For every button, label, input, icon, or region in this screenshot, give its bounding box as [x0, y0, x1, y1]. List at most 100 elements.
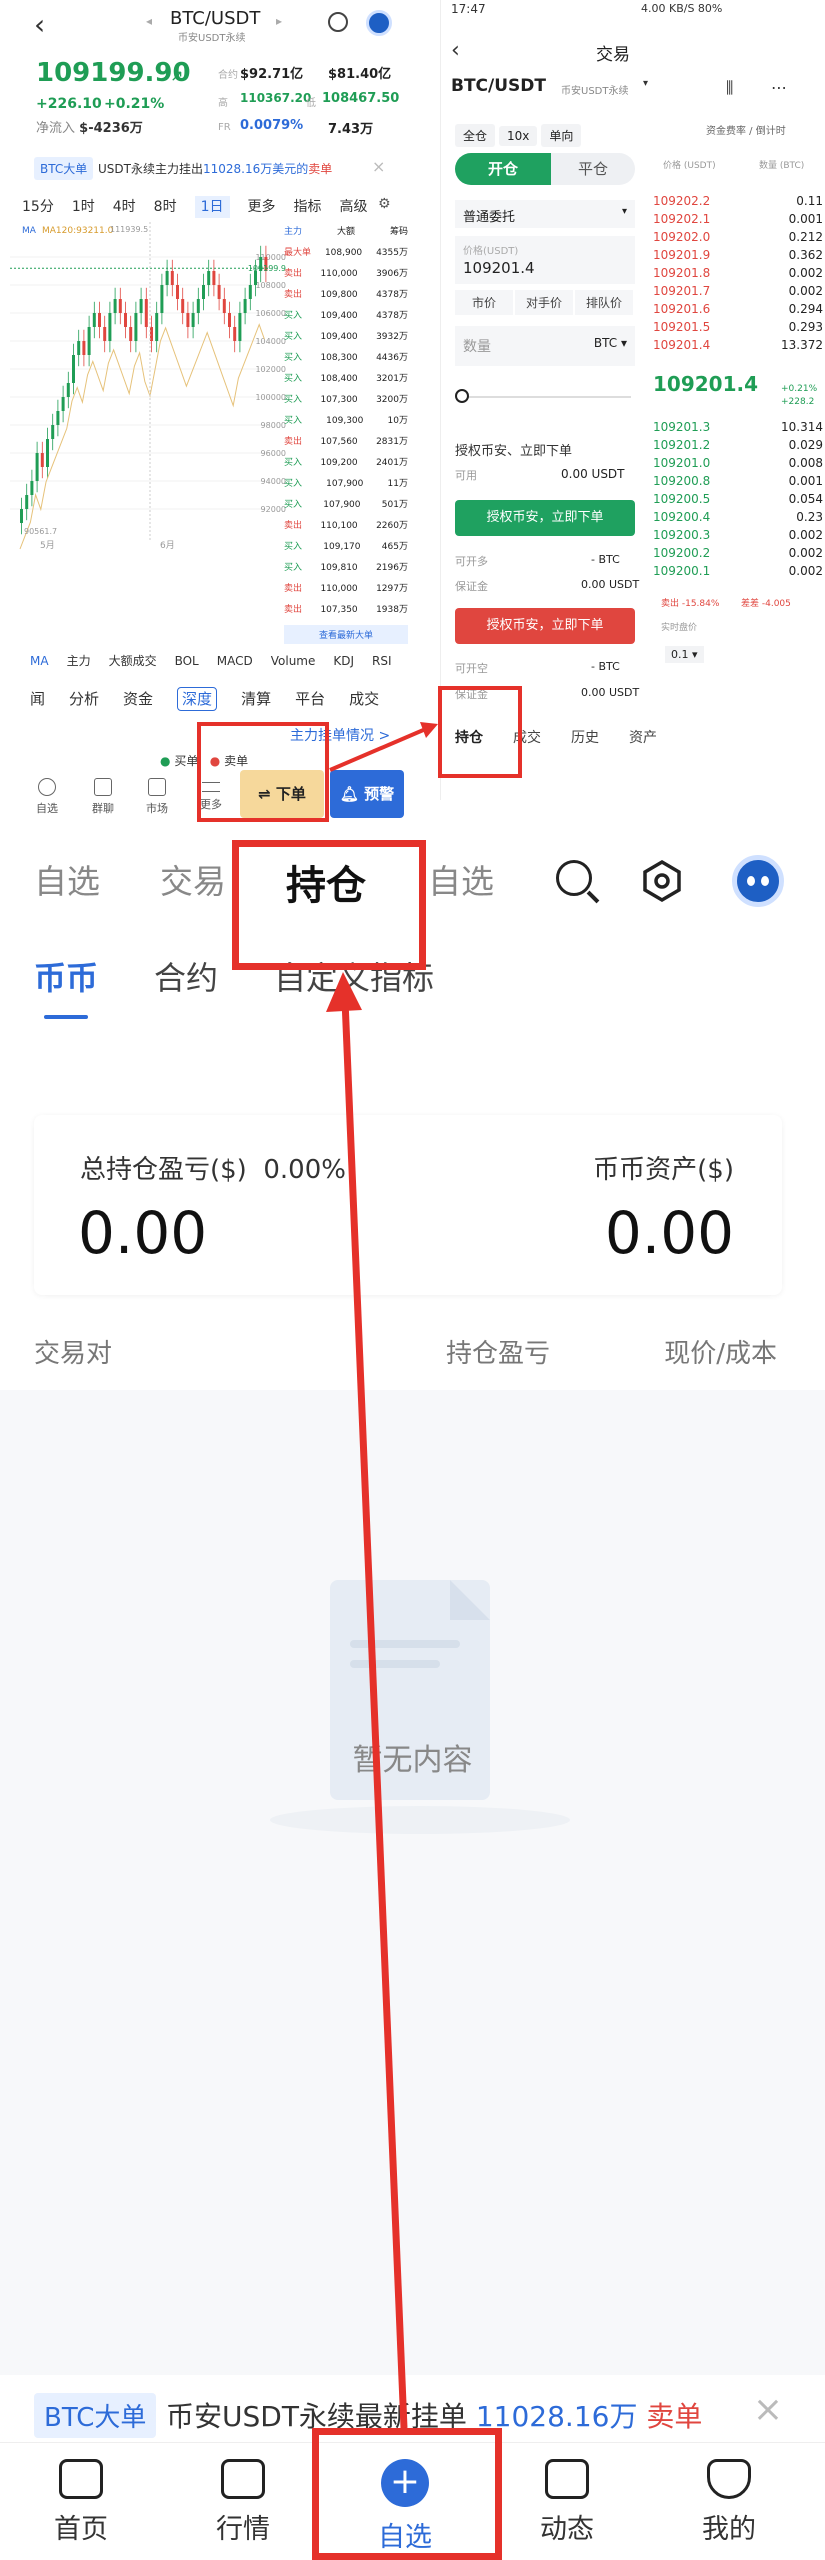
back-icon[interactable]: ‹ — [34, 8, 45, 41]
book-qty: 13.372 — [781, 338, 823, 352]
book-row[interactable]: 109202.1 0.001 — [653, 210, 823, 228]
tab-feed[interactable]: 动态 — [502, 2459, 632, 2546]
watchlist-button[interactable]: 自选 — [22, 778, 72, 816]
book-row[interactable]: 109200.8 0.001 — [653, 472, 823, 490]
tab-home[interactable]: 首页 — [16, 2459, 146, 2546]
period-tab[interactable]: 指标 — [294, 199, 322, 215]
section-tab[interactable]: 成交 — [349, 690, 379, 708]
book-row[interactable]: 109201.0 0.008 — [653, 454, 823, 472]
view-latest-orders-button[interactable]: 查看最新大单 — [284, 625, 408, 644]
back-icon[interactable]: ‹ — [451, 38, 460, 63]
step-select[interactable]: 0.1 ▾ — [665, 646, 704, 663]
period-tab[interactable]: 4时 — [113, 199, 136, 215]
avatar[interactable] — [366, 10, 392, 36]
indicator-tab[interactable]: MA — [30, 654, 49, 668]
book-row[interactable]: 109202.0 0.212 — [653, 228, 823, 246]
chart-settings-icon[interactable]: ⚙ — [378, 196, 391, 212]
quick-price-button[interactable]: 市价 — [455, 290, 513, 315]
period-tab[interactable]: 8时 — [154, 199, 177, 215]
indicator-tab[interactable]: KDJ — [333, 654, 354, 668]
period-tab[interactable]: 15分 — [22, 199, 54, 215]
book-qty: 0.294 — [788, 302, 823, 316]
period-tab[interactable]: 1日 — [194, 196, 230, 218]
avatar[interactable] — [732, 855, 784, 907]
price-input[interactable]: 价格(USDT) 109201.4 — [455, 236, 635, 284]
book-row[interactable]: 109200.3 0.002 — [653, 526, 823, 544]
market-button[interactable]: 市场 — [132, 778, 182, 816]
sub-tab[interactable]: 合约 — [154, 959, 218, 997]
open-position-tab[interactable]: 开仓 — [455, 153, 551, 185]
quick-price-button[interactable]: 对手价 — [515, 290, 573, 315]
more-icon[interactable]: ⋯ — [771, 78, 787, 97]
trade-mode-chip[interactable]: 10x — [499, 126, 538, 146]
position-tab[interactable]: 历史 — [571, 730, 599, 746]
book-row[interactable]: 109201.9 0.362 — [653, 246, 823, 264]
chevron-down-icon[interactable]: ▾ — [643, 78, 648, 89]
search-icon[interactable] — [328, 12, 348, 32]
nav-tab-watchlist-2[interactable]: 自选 — [428, 855, 494, 903]
position-tab[interactable]: 资产 — [629, 730, 657, 746]
candle-body — [191, 313, 195, 327]
indicator-tab[interactable]: BOL — [175, 654, 199, 668]
notice-bar[interactable]: BTC大单 USDT永续主力挂出11028.16万美元的卖单 × — [0, 155, 400, 181]
candle-body — [35, 453, 39, 481]
close-icon[interactable]: × — [753, 2389, 783, 2430]
nav-tab-trade[interactable]: 交易 — [160, 855, 226, 903]
settings-hex-icon[interactable] — [640, 859, 684, 903]
next-pair-icon[interactable]: ▸ — [276, 14, 282, 28]
trade-pair[interactable]: BTC/USDT — [451, 76, 546, 96]
book-row[interactable]: 109200.1 0.002 — [653, 562, 823, 580]
close-icon[interactable]: × — [372, 157, 385, 176]
quantity-input[interactable]: 数量 BTC ▾ — [455, 326, 635, 366]
period-tab[interactable]: 1时 — [72, 199, 95, 215]
trade-mode-chip[interactable]: 单向 — [541, 124, 582, 147]
book-row[interactable]: 109201.4 13.372 — [653, 336, 823, 354]
sub-tab[interactable]: 币币 — [34, 959, 98, 997]
indicator-tab[interactable]: RSI — [372, 654, 392, 668]
col-pnl[interactable]: 持仓盈亏 — [446, 1333, 550, 1370]
indicator-tab[interactable]: 主力 — [67, 654, 91, 668]
tab-market[interactable]: 行情 — [178, 2459, 308, 2546]
period-tab[interactable]: 更多 — [248, 199, 276, 215]
indicator-tab[interactable]: 大额成交 — [109, 654, 157, 668]
alert-button[interactable]: 🔔︎ 预警 — [330, 770, 404, 818]
close-position-tab[interactable]: 平仓 — [551, 153, 635, 185]
section-tab[interactable]: 分析 — [69, 690, 99, 708]
book-row[interactable]: 109201.8 0.002 — [653, 264, 823, 282]
period-tab[interactable]: 高级 — [340, 199, 368, 215]
book-row[interactable]: 109201.6 0.294 — [653, 300, 823, 318]
section-tab[interactable]: 清算 — [241, 690, 271, 708]
book-row[interactable]: 109201.2 0.029 — [653, 436, 823, 454]
section-tab[interactable]: 深度 — [177, 687, 218, 711]
quick-price-button[interactable]: 排队价 — [575, 290, 633, 315]
book-row[interactable]: 109202.2 0.11 — [653, 192, 823, 210]
book-row[interactable]: 109201.7 0.002 — [653, 282, 823, 300]
candle-icon[interactable]: ⫼ — [726, 78, 733, 98]
x-tick-label: 6月 — [160, 540, 175, 551]
book-row[interactable]: 109201.5 0.293 — [653, 318, 823, 336]
trade-mode-chip[interactable]: 全仓 — [455, 124, 496, 147]
book-row[interactable]: 109200.2 0.002 — [653, 544, 823, 562]
amount-slider-track[interactable] — [461, 396, 631, 398]
book-row[interactable]: 109200.5 0.054 — [653, 490, 823, 508]
book-row[interactable]: 109200.4 0.23 — [653, 508, 823, 526]
col-pair[interactable]: 交易对 — [34, 1333, 112, 1370]
section-tab[interactable]: 资金 — [123, 690, 153, 708]
authorize-buy-button[interactable]: 授权币安，立即下单 — [455, 500, 635, 536]
tab-profile[interactable]: 我的 — [664, 2459, 794, 2546]
quantity-unit[interactable]: BTC ▾ — [594, 336, 627, 350]
section-tab[interactable]: 平台 — [295, 690, 325, 708]
search-icon[interactable] — [556, 860, 592, 896]
amount-slider-handle[interactable] — [455, 389, 469, 403]
authorize-sell-button[interactable]: 授权币安，立即下单 — [455, 608, 635, 644]
group-chat-button[interactable]: 群聊 — [78, 778, 128, 816]
book-row[interactable]: 109201.3 10.314 — [653, 418, 823, 436]
col-price[interactable]: 现价/成本 — [664, 1333, 777, 1370]
indicator-tab[interactable]: Volume — [271, 654, 316, 668]
order-type-select[interactable]: 普通委托 ▾ — [455, 200, 635, 228]
prev-pair-icon[interactable]: ◂ — [146, 14, 152, 28]
nav-tab-watchlist[interactable]: 自选 — [34, 855, 100, 903]
indicator-tab[interactable]: MACD — [217, 654, 253, 668]
section-tab[interactable]: 闻 — [30, 690, 45, 708]
kline-chart[interactable]: 1100001080001060001040001020001000009800… — [10, 222, 290, 552]
